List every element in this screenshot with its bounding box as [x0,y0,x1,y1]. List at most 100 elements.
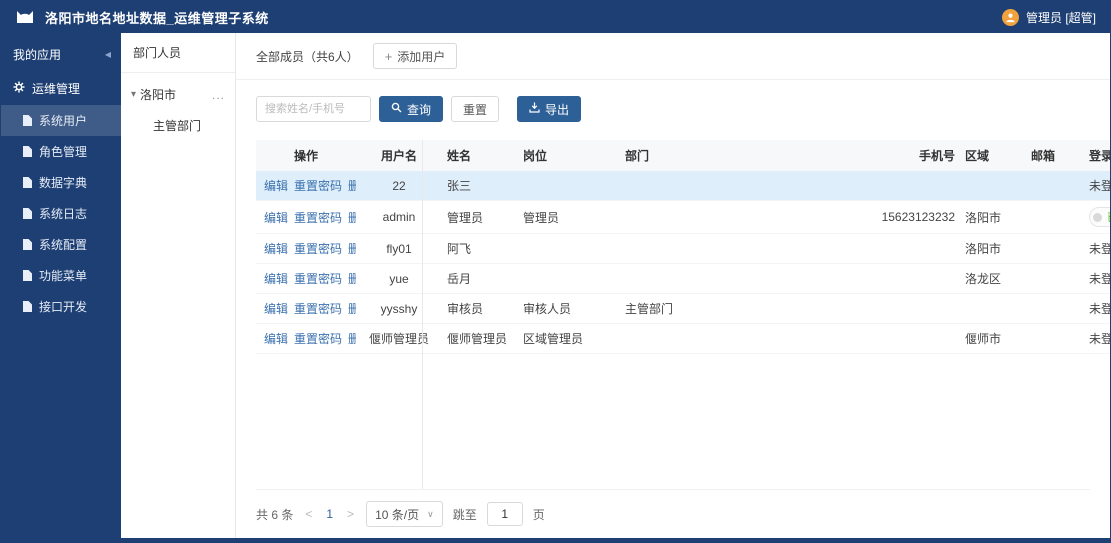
pagination: 共 6 条 < 1 > 10 条/页 ∨ 跳至 页 [256,489,1090,538]
sidebar-item-label: 角色管理 [39,145,88,159]
login-status-toggle[interactable]: 已登录 [1089,207,1110,227]
document-icon [23,301,32,312]
column-header: 操作 [256,140,356,171]
cell-name: 管理员 [442,200,518,234]
user-table: 操作用户名姓名岗位部门手机号区域邮箱登录状态 编辑重置密码删除22张三未登录禁用… [256,140,1110,354]
edit-link[interactable]: 编辑 [264,242,288,256]
cell-dept [620,263,805,294]
prev-page-button[interactable]: < [303,507,314,521]
reset-password-link[interactable]: 重置密码 [294,332,342,346]
document-icon [23,115,32,126]
cell-username: yue [356,263,442,294]
table-row[interactable]: 编辑重置密码删除yysshy审核员审核人员主管部门未登录正常 [256,293,1110,324]
department-tree: ▾ 洛阳市... 主管部门 [121,73,235,147]
cell-position [518,233,620,264]
export-button[interactable]: 导出 [517,96,582,122]
delete-link[interactable]: 删除 [348,302,356,316]
sidebar-item-6[interactable]: 接口开发 [1,291,121,322]
collapse-sidebar-icon[interactable]: ◀ [105,50,111,59]
reset-password-link[interactable]: 重置密码 [294,242,342,256]
tree-node-label: 洛阳市 [140,88,177,102]
sidebar-menu: 系统用户角色管理数据字典 系统日志系统配置功能菜单接口开发 [1,105,121,322]
sidebar-item-label: 接口开发 [39,300,88,314]
reset-password-link[interactable]: 重置密码 [294,302,342,316]
cell-position [518,171,620,201]
edit-link[interactable]: 编辑 [264,332,288,346]
more-actions-icon[interactable]: ... [212,88,225,102]
document-icon [23,146,32,157]
cell-dept: 主管部门 [620,293,805,324]
edit-link[interactable]: 编辑 [264,272,288,286]
jump-page-input[interactable] [486,502,523,526]
cell-name: 偃师管理员 [442,323,518,354]
tree-node-1[interactable]: 主管部门 [125,110,231,141]
edit-link[interactable]: 编辑 [264,302,288,316]
edit-link[interactable]: 编辑 [264,179,288,193]
reset-password-link[interactable]: 重置密码 [294,272,342,286]
table-row[interactable]: 编辑重置密码删除admin管理员管理员15623123232洛阳市已登录正常 [256,200,1110,234]
department-panel: 部门人员 ▾ 洛阳市... 主管部门 [121,33,236,538]
cell-phone [805,323,960,354]
table-row[interactable]: 编辑重置密码删除22张三未登录禁用 [256,171,1110,201]
cell-name: 阿飞 [442,233,518,264]
search-icon [391,102,402,116]
cell-region [960,171,1026,201]
query-button[interactable]: 查询 [379,96,444,122]
sidebar-section-ops[interactable]: 运维管理 [1,72,121,105]
cell-name: 张三 [442,171,518,201]
tree-node-0[interactable]: ▾ 洛阳市... [125,79,231,110]
page-size-select[interactable]: 10 条/页 ∨ [366,501,443,527]
column-header: 区域 [960,140,1026,171]
edit-link[interactable]: 编辑 [264,211,288,225]
fixed-column-divider [422,140,423,489]
reset-button[interactable]: 重置 [451,96,500,122]
column-header: 手机号 [805,140,960,171]
table-row[interactable]: 编辑重置密码删除偃师管理员偃师管理员区域管理员偃师市未登录正常 [256,323,1110,354]
cell-email [1026,293,1084,324]
delete-link[interactable]: 删除 [348,242,356,256]
topbar-left: 洛阳市地名地址数据_运维管理子系统 [15,8,269,27]
cell-phone [805,293,960,324]
caret-down-icon[interactable]: ▾ [131,89,136,100]
user-menu[interactable]: 管理员 [超管] [1001,8,1096,26]
cell-region: 偃师市 [960,323,1026,354]
cell-login: 未登录 [1084,233,1110,264]
cell-name: 岳月 [442,263,518,294]
sidebar-item-0[interactable]: 系统用户 [1,105,121,136]
jump-label: 跳至 [452,507,477,522]
table-row[interactable]: 编辑重置密码删除fly01阿飞洛阳市未登录正常 [256,233,1110,264]
cell-login: 未登录 [1084,171,1110,201]
cell-username: yysshy [356,293,442,324]
current-page[interactable]: 1 [324,507,335,521]
next-page-button[interactable]: > [345,507,356,521]
table-row[interactable]: 编辑重置密码删除yue岳月洛龙区未登录正常 [256,263,1110,294]
column-header: 姓名 [442,140,518,171]
sidebar-item-label: 系统配置 [39,238,88,252]
reset-password-link[interactable]: 重置密码 [294,211,342,225]
export-icon [529,102,540,116]
sidebar-item-4[interactable]: 系统配置 [1,229,121,260]
delete-link[interactable]: 删除 [348,272,356,286]
sidebar-item-3[interactable]: 系统日志 [1,198,121,229]
my-apps-label: 我的应用 [13,48,62,62]
sidebar-item-5[interactable]: 功能菜单 [1,260,121,291]
user-avatar-icon [1001,8,1019,26]
my-apps-row: 我的应用 ◀ [1,37,121,72]
sidebar-item-2[interactable]: 数据字典 [1,167,121,198]
document-icon [23,177,32,188]
cell-email [1026,200,1084,234]
tree-node-label: 主管部门 [153,119,202,133]
chevron-down-icon: ∨ [427,508,434,519]
reset-password-link[interactable]: 重置密码 [294,179,342,193]
delete-link[interactable]: 删除 [348,332,356,346]
search-input[interactable] [256,96,371,122]
app-logo-icon [15,8,35,26]
gear-icon [13,81,25,96]
sidebar-item-1[interactable]: 角色管理 [1,136,121,167]
add-user-button[interactable]: + 添加用户 [372,43,458,69]
app-title: 洛阳市地名地址数据_运维管理子系统 [45,10,269,26]
column-header: 邮箱 [1026,140,1084,171]
delete-link[interactable]: 删除 [348,179,356,193]
row-actions: 编辑重置密码删除 [256,323,356,354]
delete-link[interactable]: 删除 [348,211,356,225]
